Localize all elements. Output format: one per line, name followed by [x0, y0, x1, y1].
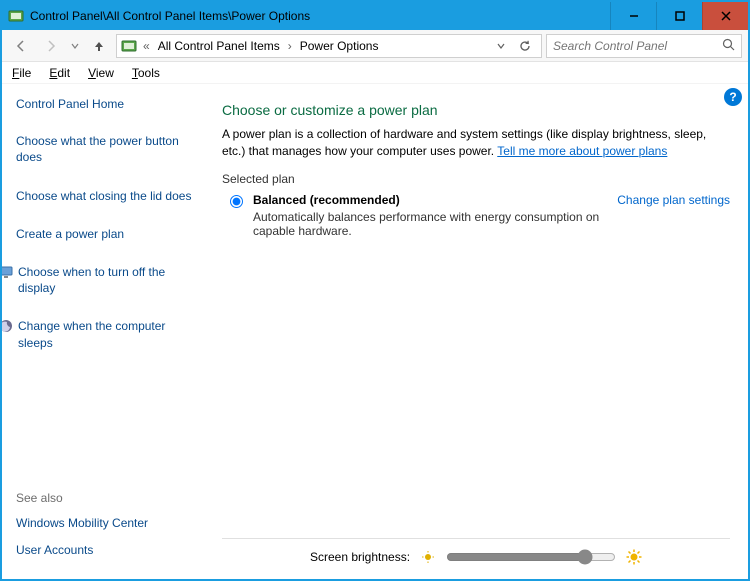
minimize-button[interactable] [610, 2, 656, 30]
see-also-mobility-center[interactable]: Windows Mobility Center [16, 515, 202, 531]
plan-radio-balanced[interactable] [230, 195, 243, 208]
search-box[interactable] [546, 34, 742, 58]
breadcrumb-prefix: « [141, 39, 152, 53]
breadcrumb-item[interactable]: Power Options [298, 39, 381, 53]
menu-edit[interactable]: Edit [49, 66, 70, 80]
chevron-right-icon: › [286, 39, 294, 53]
display-icon [2, 264, 14, 283]
page-heading: Choose or customize a power plan [222, 102, 730, 118]
plan-description: Automatically balances performance with … [253, 210, 603, 238]
brightness-label: Screen brightness: [310, 550, 410, 564]
see-also-label: See also [16, 491, 202, 505]
main-area: Control Panel Home Choose what the power… [2, 84, 748, 579]
sidebar: Control Panel Home Choose what the power… [2, 84, 212, 579]
window-title: Control Panel\All Control Panel Items\Po… [30, 9, 610, 23]
sun-dim-icon [420, 549, 436, 565]
close-button[interactable] [702, 2, 748, 30]
content-area: ? Choose or customize a power plan A pow… [212, 84, 748, 579]
sun-bright-icon [626, 549, 642, 565]
brightness-slider[interactable] [446, 549, 616, 565]
recent-dropdown[interactable] [68, 34, 82, 58]
brightness-bar: Screen brightness: [222, 538, 730, 579]
help-icon[interactable]: ? [724, 88, 742, 106]
learn-more-link[interactable]: Tell me more about power plans [497, 144, 667, 158]
address-dropdown-icon[interactable] [493, 39, 509, 53]
sidebar-link-closing-lid[interactable]: Choose what closing the lid does [16, 188, 191, 204]
control-panel-icon [8, 8, 24, 24]
address-icon [121, 38, 137, 54]
up-button[interactable] [86, 34, 112, 58]
back-button[interactable] [8, 34, 34, 58]
search-icon[interactable] [722, 38, 735, 54]
page-description: A power plan is a collection of hardware… [222, 126, 730, 160]
sidebar-link-create-plan[interactable]: Create a power plan [16, 226, 124, 242]
search-input[interactable] [553, 39, 722, 53]
window-buttons [610, 2, 748, 30]
plan-name: Balanced (recommended) [253, 193, 603, 207]
sidebar-link-power-button[interactable]: Choose what the power button does [16, 133, 202, 165]
window-root: Control Panel\All Control Panel Items\Po… [0, 0, 750, 581]
titlebar: Control Panel\All Control Panel Items\Po… [2, 2, 748, 30]
breadcrumb-item[interactable]: All Control Panel Items [156, 39, 282, 53]
menu-view[interactable]: View [88, 66, 114, 80]
see-also-user-accounts[interactable]: User Accounts [16, 542, 202, 558]
selected-plan-label: Selected plan [222, 172, 730, 186]
menu-file[interactable]: File [12, 66, 31, 80]
power-plan-row: Balanced (recommended) Automatically bal… [222, 189, 730, 246]
sidebar-home-link[interactable]: Control Panel Home [16, 96, 202, 112]
address-bar[interactable]: « All Control Panel Items › Power Option… [116, 34, 542, 58]
menubar: File Edit View Tools [2, 62, 748, 84]
navbar: « All Control Panel Items › Power Option… [2, 30, 748, 62]
menu-tools[interactable]: Tools [132, 66, 160, 80]
maximize-button[interactable] [656, 2, 702, 30]
forward-button[interactable] [38, 34, 64, 58]
sidebar-link-computer-sleeps[interactable]: Change when the computer sleeps [18, 318, 202, 350]
change-plan-settings-link[interactable]: Change plan settings [617, 193, 730, 207]
refresh-button[interactable] [513, 34, 537, 58]
sleep-icon [2, 318, 14, 337]
sidebar-link-turn-off-display[interactable]: Choose when to turn off the display [18, 264, 202, 296]
